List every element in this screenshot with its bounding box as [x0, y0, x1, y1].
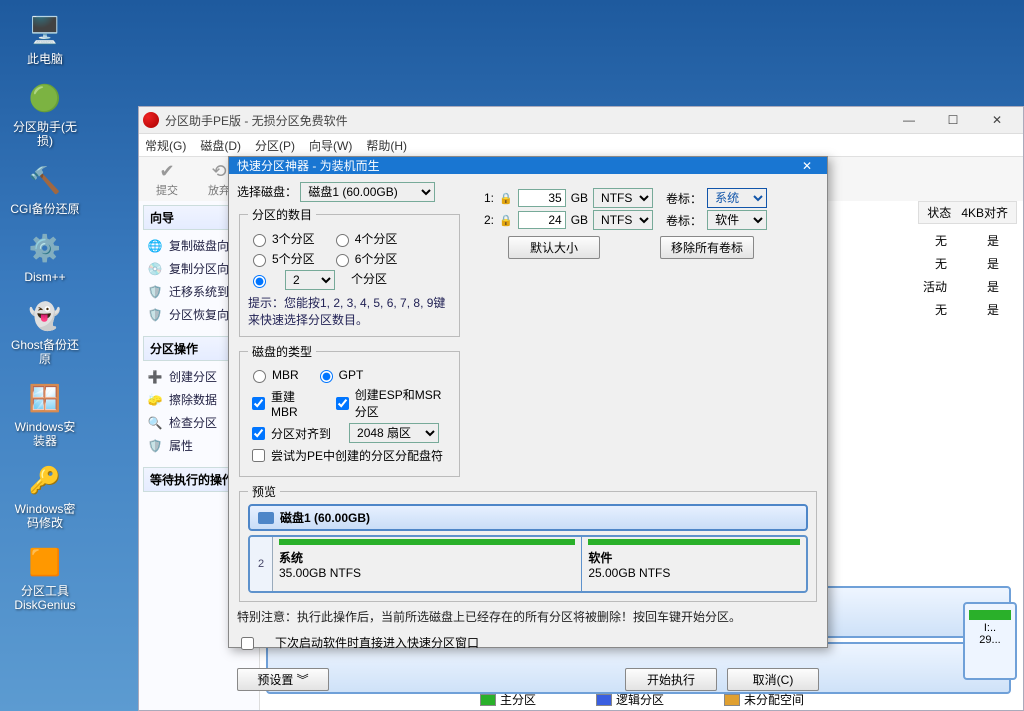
menu-help[interactable]: 帮助(H) [366, 137, 407, 154]
minimize-button[interactable]: — [887, 107, 931, 133]
radio-5[interactable]: 5个分区 [248, 250, 315, 267]
disk-type-group: 磁盘的类型 MBR GPT 重建MBR 创建ESP和MSR分区 分区对齐到 20… [239, 343, 460, 477]
menu-partition[interactable]: 分区(P) [255, 137, 295, 154]
select-disk-label: 选择磁盘： [237, 183, 297, 200]
commit-button[interactable]: ✔提交 [147, 161, 187, 198]
size-1-input[interactable] [518, 189, 566, 207]
part2-info: 25.00GB NTFS [588, 566, 800, 580]
lock-icon[interactable]: 🔒 [499, 192, 513, 205]
column-headers: 状态 4KB对齐 [918, 201, 1017, 224]
desktop-icon[interactable]: 👻Ghost备份还原 [10, 296, 80, 366]
lock-icon[interactable]: 🔒 [499, 214, 513, 227]
preview-label: 预览 [248, 483, 280, 500]
count-suffix: 个分区 [351, 270, 387, 290]
partition-2[interactable]: 软件 25.00GB NTFS [582, 537, 806, 591]
vol-label: 卷标： [666, 190, 702, 207]
chk-rebuild-mbr[interactable]: 重建MBR [248, 386, 314, 420]
titlebar: 分区助手PE版 - 无损分区免费软件 — ☐ ✕ [139, 107, 1023, 134]
part1-name: 系统 [279, 549, 575, 566]
quick-partition-dialog: 快速分区神器 - 为装机而生 ✕ 选择磁盘： 磁盘1 (60.00GB) 分区的… [228, 156, 828, 648]
radio-gpt[interactable]: GPT [315, 367, 364, 383]
radio-custom[interactable] [248, 270, 269, 290]
start-button[interactable]: 开始执行 [625, 668, 717, 691]
dialog-titlebar: 快速分区神器 - 为装机而生 ✕ [229, 157, 827, 174]
col-state: 状态 [927, 204, 951, 221]
default-size-button[interactable]: 默认大小 [508, 236, 600, 259]
dialog-close-button[interactable]: ✕ [795, 159, 819, 173]
desktop-icon[interactable]: ⚙️Dism++ [10, 228, 80, 284]
disk-icon [258, 512, 274, 524]
menu-general[interactable]: 常规(G) [145, 137, 186, 154]
tile-size: 29... [965, 634, 1015, 646]
desktop-icon[interactable]: 🔑Windows密码修改 [10, 460, 80, 530]
chevron-down-icon: ︾ [297, 673, 309, 687]
desktop-icon[interactable]: 🪟Windows安装器 [10, 378, 80, 448]
radio-6[interactable]: 6个分区 [331, 250, 398, 267]
chk-align[interactable]: 分区对齐到 [248, 423, 331, 443]
remove-labels-button[interactable]: 移除所有卷标 [660, 236, 754, 259]
count-select[interactable]: 2 [285, 270, 335, 290]
partition-esp-slot: 2 [250, 537, 273, 591]
row1-num: 1: [478, 191, 494, 205]
vol-1-select[interactable]: 系统 [707, 188, 767, 208]
desktop-icon[interactable]: 🟧分区工具DiskGenius [10, 542, 80, 612]
preset-button[interactable]: 预设置 ︾ [237, 668, 329, 691]
chk-create-esp[interactable]: 创建ESP和MSR分区 [332, 386, 451, 420]
cancel-button[interactable]: 取消(C) [727, 668, 819, 691]
chk-auto-open[interactable]: 下次启动软件时直接进入快速分区窗口 [237, 634, 819, 653]
part2-name: 软件 [588, 549, 800, 566]
radio-3[interactable]: 3个分区 [248, 230, 315, 247]
row1-unit: GB [571, 191, 588, 205]
vol-2-select[interactable]: 软件 [707, 210, 767, 230]
part1-info: 35.00GB NTFS [279, 566, 575, 580]
size-2-input[interactable] [518, 211, 566, 229]
desktop-icon[interactable]: 🔨CGI备份还原 [10, 160, 80, 216]
col-align: 4KB对齐 [961, 204, 1008, 221]
radio-mbr[interactable]: MBR [248, 367, 299, 383]
vol-label: 卷标： [666, 212, 702, 229]
preview-group: 预览 磁盘1 (60.00GB) 2 系统 35.00GB NTFS 软件 25… [239, 483, 817, 602]
partition-1[interactable]: 系统 35.00GB NTFS [273, 537, 582, 591]
desktop-icon[interactable]: 🟢分区助手(无损) [10, 78, 80, 148]
align-select[interactable]: 2048 扇区 [349, 423, 439, 443]
preview-disk-header: 磁盘1 (60.00GB) [248, 504, 808, 531]
count-hint: 提示：您能按1, 2, 3, 4, 5, 6, 7, 8, 9键来快速选择分区数… [248, 294, 451, 328]
app-icon [143, 112, 159, 128]
menubar: 常规(G) 磁盘(D) 分区(P) 向导(W) 帮助(H) [139, 134, 1023, 157]
chk-pe-letters[interactable]: 尝试为PE中创建的分区分配盘符 [248, 446, 443, 465]
fs-1-select[interactable]: NTFS [593, 188, 653, 208]
partition-count-group: 分区的数目 3个分区 4个分区 5个分区 6个分区 2 个分区 提示：您能按1 [239, 206, 460, 337]
menu-wizard[interactable]: 向导(W) [309, 137, 352, 154]
dialog-title: 快速分区神器 - 为装机而生 [237, 157, 380, 174]
preview-disk-name: 磁盘1 (60.00GB) [280, 509, 370, 526]
fs-2-select[interactable]: NTFS [593, 210, 653, 230]
disk-type-label: 磁盘的类型 [248, 343, 316, 360]
row2-unit: GB [571, 213, 588, 227]
close-button[interactable]: ✕ [975, 107, 1019, 133]
maximize-button[interactable]: ☐ [931, 107, 975, 133]
radio-4[interactable]: 4个分区 [331, 230, 398, 247]
preview-partitions: 2 系统 35.00GB NTFS 软件 25.00GB NTFS [248, 535, 808, 593]
menu-disk[interactable]: 磁盘(D) [200, 137, 241, 154]
desktop-icon[interactable]: 🖥️此电脑 [10, 10, 80, 66]
window-title: 分区助手PE版 - 无损分区免费软件 [165, 112, 887, 129]
warning-text: 特别注意：执行此操作后，当前所选磁盘上已经存在的所有分区将被删除！按回车键开始分… [237, 608, 819, 625]
row2-num: 2: [478, 213, 494, 227]
partition-tile[interactable]: I:.. 29... [963, 602, 1017, 680]
disk-select[interactable]: 磁盘1 (60.00GB) [300, 182, 435, 202]
tile-name: I:.. [965, 622, 1015, 634]
partition-count-label: 分区的数目 [248, 206, 316, 223]
